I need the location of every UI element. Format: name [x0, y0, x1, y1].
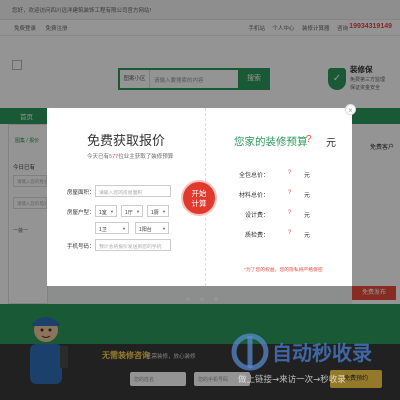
- subtitle-prefix: 今天已有: [87, 154, 110, 160]
- budget-row: 全包总价： ? 元: [206, 170, 353, 180]
- subtitle-suffix: 位业主获取了装修预算: [118, 154, 174, 160]
- bedroom-select[interactable]: 1室 ▼: [95, 205, 117, 217]
- privacy-note: *为了您的权益，您的隐私将严格保密: [244, 268, 323, 273]
- budget-row-label: 质检费：: [244, 233, 269, 239]
- calculate-button-line1: 开始: [191, 189, 207, 198]
- budget-panel: 您家的装修预算 ? 元 全包总价： ? 元 材料总价： ? 元 设计费： ? 元…: [205, 108, 352, 286]
- budget-row-unit: 元: [304, 233, 311, 239]
- chevron-down-icon: ▼: [162, 209, 166, 214]
- budget-row-label: 设计费：: [244, 213, 269, 219]
- quote-form-title: 免费获取报价: [87, 133, 166, 148]
- budget-row-unit: 元: [304, 173, 311, 179]
- budget-row: 质检费： ? 元: [206, 230, 353, 240]
- close-icon[interactable]: ×: [345, 104, 356, 115]
- phone-input[interactable]: 预计会将报价发送到您的手机: [95, 239, 171, 251]
- budget-row-label: 全包总价：: [238, 173, 269, 179]
- chevron-down-icon: ▼: [110, 209, 114, 214]
- budget-value: ?: [306, 134, 312, 145]
- budget-row-value: ?: [288, 210, 292, 216]
- house-type-label: 房屋户型：: [67, 210, 95, 216]
- budget-row: 材料总价： ? 元: [206, 190, 353, 200]
- subtitle-count: 577: [109, 154, 119, 160]
- watermark-logo: 自动秒收录 做上链接→来访一次→秒收录: [231, 333, 372, 385]
- budget-unit: 元: [326, 138, 336, 149]
- bedroom-value: 1室: [99, 210, 107, 216]
- kitchen-value: 1厨: [151, 210, 159, 216]
- quote-form: 免费获取报价 今天已有577位业主获取了装修预算 房屋面积： 请输入您的房屋面积…: [47, 108, 199, 286]
- balcony-value: 1阳台: [139, 227, 152, 233]
- watermark-subtitle: 做上链接→来访一次→秒收录: [238, 374, 346, 385]
- chevron-down-icon: ▼: [136, 209, 140, 214]
- budget-row-value: ?: [288, 190, 292, 196]
- budget-row-label: 材料总价：: [238, 193, 269, 199]
- area-label: 房屋面积：: [67, 190, 95, 196]
- balcony-select[interactable]: 1阳台 ▼: [135, 222, 169, 234]
- area-input[interactable]: 请输入您的房屋面积: [95, 185, 171, 197]
- budget-row-unit: 元: [304, 213, 311, 219]
- budget-row-value: ?: [288, 230, 292, 236]
- calculate-button-line2: 计算: [191, 199, 207, 208]
- kitchen-select[interactable]: 1厨 ▼: [147, 205, 169, 217]
- quote-form-subtitle: 今天已有577位业主获取了装修预算: [87, 152, 173, 160]
- budget-row-unit: 元: [304, 193, 311, 199]
- watermark-title: 自动秒收录: [272, 341, 372, 365]
- chevron-down-icon: ▼: [122, 226, 126, 231]
- budget-row-value: ?: [288, 170, 292, 176]
- budget-row: 设计费： ? 元: [206, 210, 353, 220]
- budget-title: 您家的装修预算: [234, 136, 308, 148]
- calculate-button[interactable]: 开始 计算: [181, 180, 217, 216]
- bathroom-value: 1卫: [99, 227, 107, 233]
- bathroom-select[interactable]: 1卫 ▼: [95, 222, 129, 234]
- living-room-select[interactable]: 1厅 ▼: [121, 205, 143, 217]
- living-room-value: 1厅: [125, 210, 133, 216]
- quote-modal: 免费获取报价 今天已有577位业主获取了装修预算 房屋面积： 请输入您的房屋面积…: [47, 108, 352, 286]
- phone-label: 手机号码：: [67, 244, 95, 250]
- chevron-down-icon: ▼: [162, 226, 166, 231]
